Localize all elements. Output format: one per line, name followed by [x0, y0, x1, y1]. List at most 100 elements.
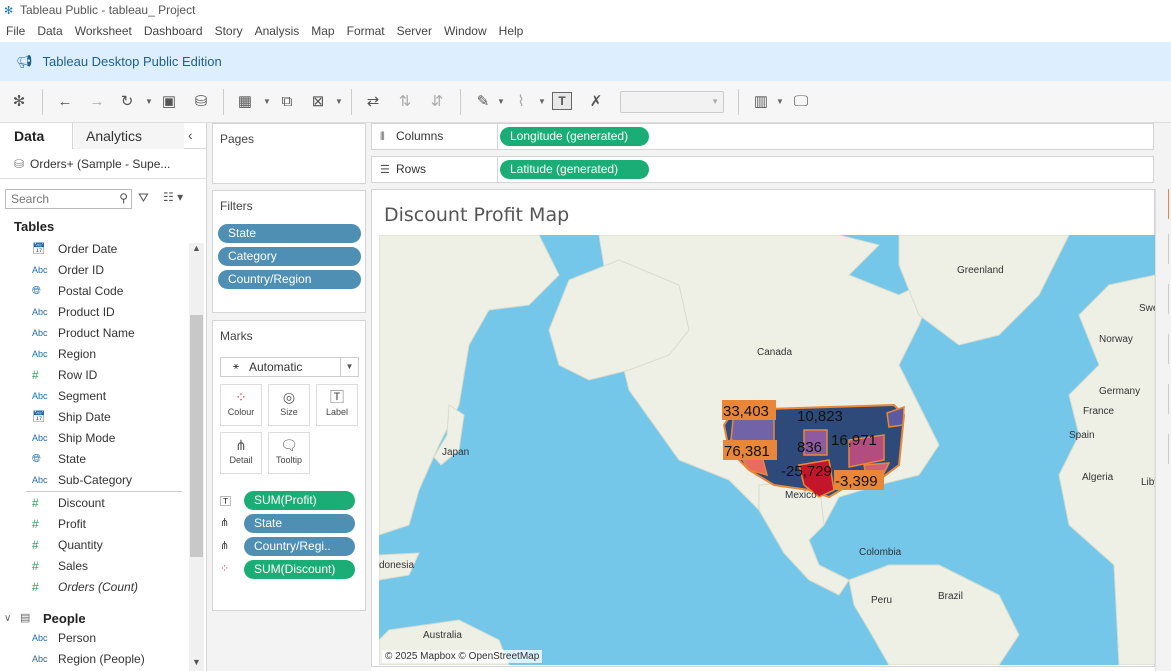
marks-pill-sum-profit[interactable]: SUM(Profit)	[244, 491, 355, 510]
data-label[interactable]: 836	[797, 439, 822, 456]
filter-pill-state[interactable]: State	[218, 224, 361, 243]
field-item[interactable]: 📅︎ Order Date	[0, 239, 188, 260]
tab-analytics[interactable]: Analytics	[74, 123, 184, 149]
rows-pill-latitude[interactable]: Latitude (generated)	[500, 160, 649, 179]
rows-shelf[interactable]: ☰ Rows Latitude (generated)	[371, 156, 1154, 183]
menu-analysis[interactable]: Analysis	[249, 21, 306, 42]
field-item[interactable]: Abc Person	[0, 628, 188, 649]
scroll-down-icon[interactable]: ▼	[192, 657, 201, 667]
tooltip-button[interactable]: 🗨︎ Tooltip	[268, 432, 310, 474]
field-item[interactable]: Abc Order ID	[0, 260, 188, 281]
data-label[interactable]: -3,399	[835, 473, 878, 490]
field-item[interactable]: # Discount	[0, 493, 188, 514]
size-button[interactable]: ◎ Size	[268, 384, 310, 426]
chevron-down-icon[interactable]: ▼	[145, 97, 153, 106]
menu-data[interactable]: Data	[31, 21, 68, 42]
map-svg[interactable]: Greenland Canada Swed Norway Germany Fra…	[379, 235, 1155, 665]
highlight-icon[interactable]: ✎	[472, 90, 494, 112]
chevron-down-icon[interactable]: ▼	[538, 97, 546, 106]
people-table[interactable]: ∨ ▤ People	[0, 608, 188, 629]
field-item[interactable]: 🌐︎ State	[0, 449, 188, 470]
field-item[interactable]: Abc Ship Mode	[0, 428, 188, 449]
field-item[interactable]: 📅︎ Ship Date	[0, 407, 188, 428]
search-input[interactable]	[6, 190, 114, 208]
detail-button[interactable]: ⋔ Detail	[220, 432, 262, 474]
redo-icon[interactable]: →	[86, 90, 108, 112]
map-attribution[interactable]: © 2025 Mapbox © OpenStreetMap	[382, 650, 543, 663]
new-worksheet-icon[interactable]: ▦	[234, 90, 256, 112]
field-item[interactable]: Abc Region	[0, 344, 188, 365]
filter-icon[interactable]: ⛛	[138, 190, 149, 206]
field-item[interactable]: # Quantity	[0, 535, 188, 556]
scroll-up-icon[interactable]: ▲	[192, 243, 201, 253]
clear-sheet-icon[interactable]: ⊠	[307, 90, 329, 112]
field-item[interactable]: # Orders (Count)	[0, 577, 188, 598]
marks-pill-country-region[interactable]: Country/Regi..	[244, 537, 355, 556]
field-item[interactable]: # Sales	[0, 556, 188, 577]
menu-file[interactable]: File	[0, 21, 31, 42]
new-datasource-icon[interactable]: ⛁	[190, 90, 212, 112]
swap-rows-columns-icon[interactable]: ⇄	[362, 90, 384, 112]
chevron-down-icon[interactable]: ∨	[4, 608, 11, 629]
colour-button[interactable]: ⁘ Colour	[220, 384, 262, 426]
show-mark-labels-icon[interactable]: T	[552, 92, 572, 110]
data-label[interactable]: 10,823	[797, 408, 843, 425]
scroll-thumb[interactable]	[190, 315, 203, 557]
view-options-icon[interactable]: ☷ ▾	[163, 190, 183, 204]
collapse-pane-icon[interactable]: ‹	[188, 127, 193, 143]
tab-data[interactable]: Data	[0, 123, 73, 149]
presentation-mode-icon[interactable]: 🖵︎	[790, 90, 812, 112]
data-label[interactable]: 76,381	[724, 443, 770, 460]
menu-server[interactable]: Server	[391, 21, 438, 42]
field-item[interactable]: Abc Product ID	[0, 302, 188, 323]
chevron-down-icon[interactable]: ▼	[340, 358, 358, 376]
data-pane-scrollbar[interactable]: ▲ ▼	[189, 243, 204, 671]
fix-axes-icon[interactable]: ✗	[585, 90, 607, 112]
datasource-item[interactable]: ⛁ Orders+ (Sample - Supe...	[14, 154, 204, 174]
field-item[interactable]: Abc Region (People)	[0, 649, 188, 670]
pages-card[interactable]: Pages	[212, 123, 366, 184]
menu-help[interactable]: Help	[493, 21, 530, 42]
marks-pill-state[interactable]: State	[244, 514, 355, 533]
viz-title[interactable]: Discount Profit Map	[384, 204, 569, 226]
marks-pill-sum-discount[interactable]: SUM(Discount)	[244, 560, 355, 579]
mark-type-select[interactable]: ⚹ Automatic ▼	[220, 357, 359, 377]
duplicate-sheet-icon[interactable]: ⧉	[276, 90, 298, 112]
field-item[interactable]: Abc Product Name	[0, 323, 188, 344]
field-item[interactable]: Abc Segment	[0, 386, 188, 407]
chevron-down-icon[interactable]: ▼	[263, 97, 271, 106]
map-view[interactable]: Greenland Canada Swed Norway Germany Fra…	[379, 235, 1155, 665]
columns-shelf[interactable]: ⦀ Columns Longitude (generated)	[371, 123, 1154, 150]
fit-select[interactable]: ▼	[620, 91, 724, 113]
hash-icon: #	[32, 496, 39, 510]
data-label[interactable]: 33,403	[723, 403, 769, 420]
chevron-down-icon[interactable]: ▼	[497, 97, 505, 106]
chevron-down-icon[interactable]: ▼	[335, 97, 343, 106]
save-icon[interactable]: ▣	[158, 90, 180, 112]
sort-ascending-icon[interactable]: ⇅	[394, 90, 416, 112]
label-button[interactable]: 🅃︎ Label	[316, 384, 358, 426]
field-item[interactable]: Abc Sub-Category	[0, 470, 188, 491]
chevron-down-icon[interactable]: ▼	[776, 97, 784, 106]
menu-worksheet[interactable]: Worksheet	[69, 21, 138, 42]
menu-story[interactable]: Story	[209, 21, 249, 42]
group-members-icon[interactable]: ⌇	[510, 90, 532, 112]
data-label[interactable]: 16,971	[831, 432, 877, 449]
columns-pill-longitude[interactable]: Longitude (generated)	[500, 127, 649, 146]
menu-window[interactable]: Window	[438, 21, 493, 42]
menu-map[interactable]: Map	[305, 21, 340, 42]
undo-icon[interactable]: ←	[54, 90, 76, 112]
replay-icon[interactable]: ↻	[116, 90, 138, 112]
search-icon[interactable]: ⚲	[119, 191, 128, 205]
sort-descending-icon[interactable]: ⇵	[426, 90, 448, 112]
tableau-home-icon[interactable]: ✻	[8, 90, 30, 112]
show-me-icon[interactable]: ▥	[750, 90, 772, 112]
filter-pill-category[interactable]: Category	[218, 247, 361, 266]
field-item[interactable]: # Row ID	[0, 365, 188, 386]
field-item[interactable]: 🌐︎ Postal Code	[0, 281, 188, 302]
data-label[interactable]: -25,729	[781, 463, 832, 480]
menu-dashboard[interactable]: Dashboard	[138, 21, 209, 42]
field-item[interactable]: # Profit	[0, 514, 188, 535]
menu-format[interactable]: Format	[341, 21, 391, 42]
filter-pill-country-region[interactable]: Country/Region	[218, 270, 361, 289]
